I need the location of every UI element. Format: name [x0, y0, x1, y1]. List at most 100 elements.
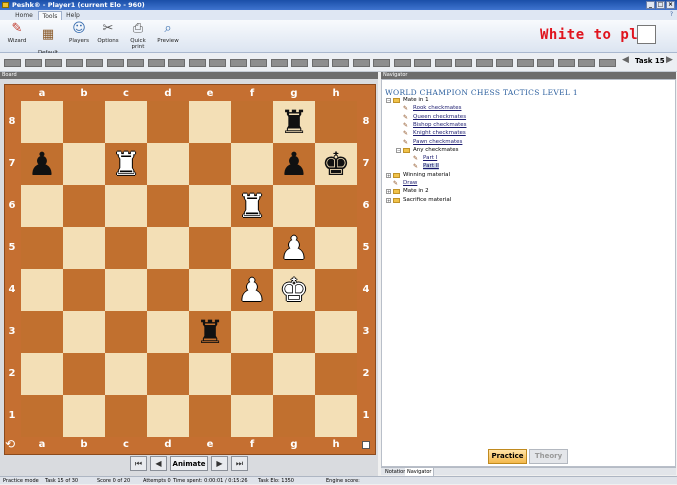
task-square[interactable] — [250, 59, 267, 67]
task-square[interactable] — [24, 59, 42, 67]
help-icon[interactable]: ? — [670, 11, 673, 18]
square-d2[interactable] — [147, 353, 189, 395]
square-g6[interactable] — [273, 185, 315, 227]
square-c6[interactable] — [105, 185, 147, 227]
task-square[interactable] — [557, 59, 575, 67]
black-rook-e3[interactable]: ♜ — [189, 311, 231, 353]
square-c5[interactable] — [105, 227, 147, 269]
square-b3[interactable] — [63, 311, 105, 353]
square-c3[interactable] — [105, 311, 147, 353]
task-square[interactable] — [311, 59, 329, 67]
task-square[interactable] — [127, 59, 144, 67]
next-move-button[interactable]: ▶ — [211, 456, 228, 471]
tree-label[interactable]: Part I — [423, 155, 437, 162]
square-d6[interactable] — [147, 185, 189, 227]
tree-label[interactable]: Bishop checkmates — [413, 122, 467, 129]
task-square[interactable] — [414, 59, 431, 67]
task-square[interactable] — [45, 59, 62, 67]
tree-label[interactable]: Part II — [423, 163, 439, 171]
task-square[interactable] — [106, 59, 124, 67]
theory-button[interactable]: Theory — [529, 449, 568, 464]
tree-label[interactable]: Mate in 2 — [403, 188, 429, 195]
tree-label[interactable]: Queen checkmates — [413, 114, 466, 121]
last-move-button[interactable]: ⏭ — [231, 456, 248, 471]
expand-icon[interactable]: + — [386, 197, 391, 203]
white-king-g4[interactable]: ♚ — [273, 269, 315, 311]
square-a1[interactable] — [21, 395, 63, 437]
black-king-h7[interactable]: ♚ — [315, 143, 357, 185]
task-square[interactable] — [434, 59, 452, 67]
square-a8[interactable] — [21, 101, 63, 143]
task-square[interactable] — [147, 59, 165, 67]
task-square[interactable] — [393, 59, 411, 67]
square-c1[interactable] — [105, 395, 147, 437]
tab-help[interactable]: Help — [64, 11, 82, 20]
task-square[interactable] — [86, 59, 103, 67]
square-a3[interactable] — [21, 311, 63, 353]
square-h6[interactable] — [315, 185, 357, 227]
task-square[interactable] — [291, 59, 308, 67]
task-square[interactable] — [578, 59, 595, 67]
practice-button[interactable]: Practice — [488, 449, 527, 464]
square-e4[interactable] — [189, 269, 231, 311]
tree-label[interactable]: Draw — [403, 180, 417, 187]
square-a5[interactable] — [21, 227, 63, 269]
square-e1[interactable] — [189, 395, 231, 437]
players-button[interactable]: ☺ Players — [66, 21, 92, 51]
task-square[interactable] — [270, 59, 288, 67]
white-rook-c7[interactable]: ♜ — [105, 143, 147, 185]
square-d3[interactable] — [147, 311, 189, 353]
quick-print-button[interactable]: ⎙ Quick print — [123, 21, 153, 51]
collapse-icon[interactable]: − — [386, 98, 391, 103]
square-h1[interactable] — [315, 395, 357, 437]
square-d4[interactable] — [147, 269, 189, 311]
white-rook-f6[interactable]: ♜ — [231, 185, 273, 227]
white-pawn-f4[interactable]: ♟ — [231, 269, 273, 311]
square-g3[interactable] — [273, 311, 315, 353]
square-f8[interactable] — [231, 101, 273, 143]
square-d5[interactable] — [147, 227, 189, 269]
task-square[interactable] — [537, 59, 554, 67]
tree-label[interactable]: Winning material — [403, 172, 450, 179]
black-pawn-g7[interactable]: ♟ — [273, 143, 315, 185]
square-h2[interactable] — [315, 353, 357, 395]
expand-icon[interactable]: + — [386, 172, 391, 178]
tree-label[interactable]: Sacrifice material — [403, 197, 451, 204]
square-f7[interactable] — [231, 143, 273, 185]
square-f5[interactable] — [231, 227, 273, 269]
square-e2[interactable] — [189, 353, 231, 395]
default-layout-button[interactable]: ▦ Default Layout — [33, 21, 63, 63]
task-square[interactable] — [352, 59, 370, 67]
square-b6[interactable] — [63, 185, 105, 227]
black-pawn-a7[interactable]: ♟ — [21, 143, 63, 185]
square-f2[interactable] — [231, 353, 273, 395]
prev-task-icon[interactable]: ◀ — [622, 55, 629, 65]
square-f3[interactable] — [231, 311, 273, 353]
square-b7[interactable] — [63, 143, 105, 185]
task-square[interactable] — [373, 59, 390, 67]
preview-button[interactable]: ⌕ Preview — [155, 21, 181, 51]
square-a4[interactable] — [21, 269, 63, 311]
animate-button[interactable]: Animate — [170, 456, 208, 471]
flip-board-icon[interactable]: ⟲ — [5, 437, 15, 451]
tree-label[interactable]: Mate in 1 — [403, 97, 429, 104]
black-rook-g8[interactable]: ♜ — [273, 101, 315, 143]
tree-label[interactable]: Knight checkmates — [413, 130, 466, 137]
tree-label[interactable]: Rook checkmates — [413, 105, 461, 112]
square-b1[interactable] — [63, 395, 105, 437]
square-e5[interactable] — [189, 227, 231, 269]
tab-home[interactable]: Home — [12, 11, 36, 20]
square-h3[interactable] — [315, 311, 357, 353]
close-button[interactable]: × — [666, 1, 675, 9]
first-move-button[interactable]: ⏮ — [130, 456, 147, 471]
square-c4[interactable] — [105, 269, 147, 311]
square-c2[interactable] — [105, 353, 147, 395]
square-b5[interactable] — [63, 227, 105, 269]
tree-label[interactable]: Any checkmates — [413, 147, 459, 154]
task-square[interactable] — [4, 59, 21, 67]
square-b2[interactable] — [63, 353, 105, 395]
task-square[interactable] — [65, 59, 83, 67]
prev-move-button[interactable]: ◀ — [150, 456, 167, 471]
options-button[interactable]: ✂ Options — [95, 21, 121, 51]
task-square[interactable] — [168, 59, 185, 67]
